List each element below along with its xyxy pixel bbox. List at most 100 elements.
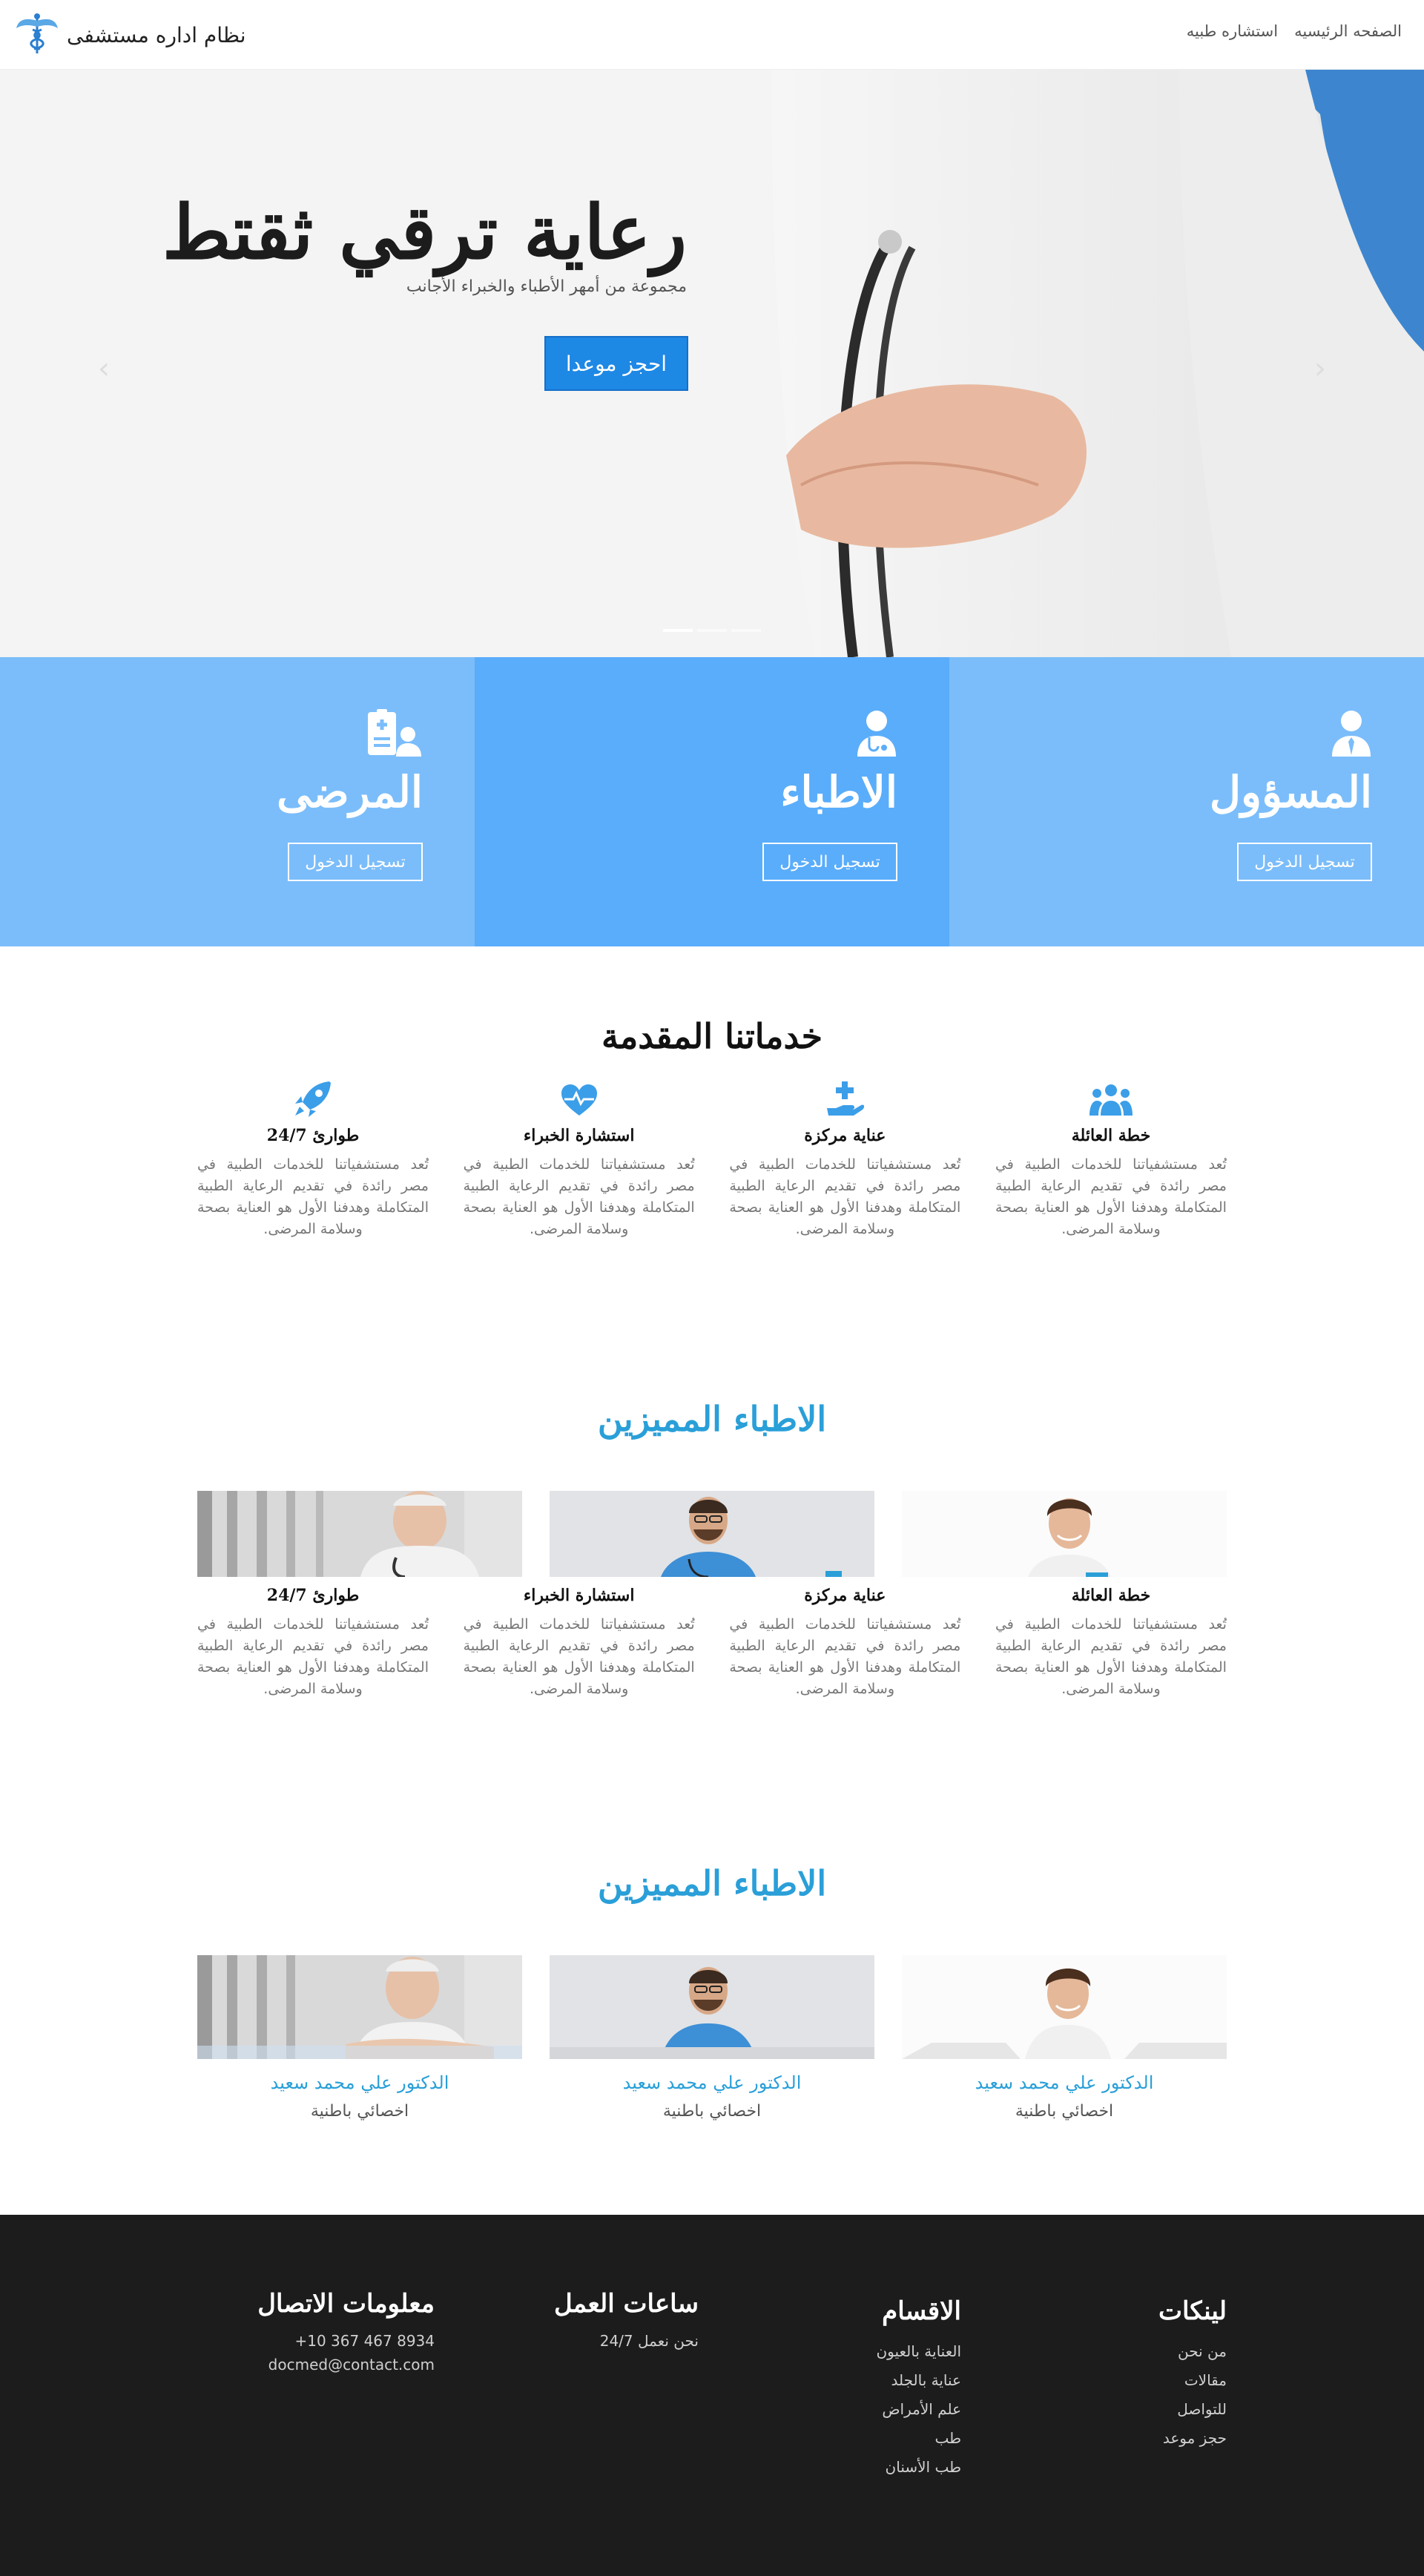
footer-dept-link[interactable]: عناية بالجلد (876, 2371, 962, 2389)
footer-email[interactable]: docmed@contact.com (257, 2356, 435, 2374)
hand-care-icon (729, 1077, 960, 1117)
book-appointment-button[interactable]: احجز موعدا (544, 336, 688, 391)
services-grid: طوارئ 24/7 تُعد مستشفياتنا للخدمات الطبي… (197, 1077, 1227, 1240)
footer-phone[interactable]: +10 367 467 8934 (257, 2332, 435, 2350)
doctor-photo-young (902, 1491, 1227, 1577)
doctor-photo (197, 1955, 522, 2059)
doctor-card[interactable]: الدكتور علي محمد سعيد اخصائي باطنية (550, 1955, 874, 2121)
service-text: تُعد مستشفياتنا للخدمات الطبية في مصر را… (197, 1156, 429, 1237)
page: { "nav": { "brand": "نظام اداره مستشفى",… (0, 0, 1424, 2576)
login-panels: المرضى تسجيل الدخول الاطباء تسجيل الدخول… (0, 657, 1424, 946)
featured-card: خطة العائلة تُعد مستشفياتنا للخدمات الطب… (995, 1586, 1227, 1700)
featured-card: طوارئ 24/7 تُعد مستشفياتنا للخدمات الطبي… (197, 1586, 429, 1700)
footer-hours-title: ساعات العمل (554, 2289, 699, 2319)
brand-title: نظام اداره مستشفى (67, 22, 246, 47)
patients-login-button[interactable]: تسجيل الدخول (288, 843, 423, 881)
service-text: تُعد مستشفياتنا للخدمات الطبية في مصر را… (729, 1156, 961, 1237)
nav-link-home[interactable]: الصفحه الرئيسيه (1294, 22, 1402, 40)
footer-contact: معلومات الاتصال +10 367 467 8934 docmed@… (257, 2289, 435, 2374)
featured-grid: طوارئ 24/7 تُعد مستشفياتنا للخدمات الطبي… (197, 1586, 1227, 1700)
rocket-icon (197, 1077, 429, 1117)
hero-title: رعاية ترقي ثقتط (162, 188, 687, 276)
carousel-indicator[interactable] (663, 629, 693, 632)
doctor-name[interactable]: الدكتور علي محمد سعيد (902, 2072, 1227, 2093)
footer-departments-title: الاقسام (882, 2296, 961, 2326)
carousel-indicator[interactable] (731, 629, 761, 632)
doctor-specialty: اخصائي باطنية (310, 2102, 409, 2121)
featured-card-title: عناية مركزة (804, 1586, 886, 1605)
footer-dept-link[interactable]: علم الأمراض (876, 2400, 961, 2418)
hero-subtitle: مجموعة من أمهر الأطباء والخبراء الأجانب (406, 277, 687, 296)
services-title: خدماتنا المقدمة (601, 1016, 823, 1056)
doctor-photo-bearded (550, 1491, 874, 1577)
service-title: خطة العائلة (1071, 1126, 1151, 1145)
footer-dept-link[interactable]: طب (876, 2429, 961, 2447)
doctor-card[interactable]: الدكتور علي محمد سعيد اخصائي باطنية (197, 1955, 522, 2121)
footer-hours-text: نحن نعمل 24/7 (599, 2332, 699, 2350)
footer-contact-title: معلومات الاتصال (257, 2289, 435, 2319)
admin-panel: المسؤول تسجيل الدخول (949, 657, 1424, 946)
footer: معلومات الاتصال +10 367 467 8934 docmed@… (0, 2215, 1424, 2576)
patient-icon (366, 709, 423, 761)
footer-dept-link[interactable]: العناية بالعيون (876, 2342, 961, 2360)
service-card: خطة العائلة تُعد مستشفياتنا للخدمات الطب… (995, 1077, 1227, 1240)
doctor-photo (902, 1955, 1227, 2059)
nav-link-consultation[interactable]: استشاره طبيه (1187, 22, 1278, 40)
footer-link[interactable]: من نحن (1158, 2342, 1227, 2360)
doctors-row: الدكتور علي محمد سعيد اخصائي باطنية الدك… (197, 1955, 1227, 2148)
footer-hours: ساعات العمل نحن نعمل 24/7 (554, 2289, 699, 2350)
doctors-login-button[interactable]: تسجيل الدخول (762, 843, 897, 881)
footer-dept-link[interactable]: طب الأسنان (876, 2458, 961, 2476)
doctor-name[interactable]: الدكتور علي محمد سعيد (550, 2072, 874, 2093)
featured-doctors-title-2: الاطباء المميزين (597, 1863, 827, 1903)
family-icon (995, 1077, 1227, 1117)
hero-doctor-image (0, 70, 1424, 657)
service-card: عناية مركزة تُعد مستشفياتنا للخدمات الطب… (729, 1077, 960, 1240)
admin-icon (1331, 709, 1372, 761)
featured-card: عناية مركزة تُعد مستشفياتنا للخدمات الطب… (729, 1586, 960, 1700)
doctor-card[interactable]: الدكتور علي محمد سعيد اخصائي باطنية (902, 1955, 1227, 2121)
patients-panel-title: المرضى (277, 767, 423, 817)
service-title: طوارئ 24/7 (266, 1126, 360, 1145)
featured-card: استشارة الخبراء تُعد مستشفياتنا للخدمات … (464, 1586, 695, 1700)
featured-card-text: تُعد مستشفياتنا للخدمات الطبية في مصر را… (463, 1616, 695, 1697)
featured-card-text: تُعد مستشفياتنا للخدمات الطبية في مصر را… (197, 1616, 429, 1697)
top-navbar: نظام اداره مستشفى استشاره طبيه الصفحه ال… (0, 0, 1424, 70)
service-title: استشارة الخبراء (523, 1126, 635, 1145)
patients-panel: المرضى تسجيل الدخول (0, 657, 475, 946)
brand[interactable]: نظام اداره مستشفى (15, 13, 246, 56)
footer-link[interactable]: مقالات (1158, 2371, 1227, 2389)
carousel-indicators (663, 629, 761, 632)
doctor-photo (550, 1955, 874, 2059)
service-text: تُعد مستشفياتنا للخدمات الطبية في مصر را… (995, 1156, 1227, 1237)
doctor-name[interactable]: الدكتور علي محمد سعيد (197, 2072, 522, 2093)
footer-departments: الاقسام العناية بالعيون عناية بالجلد علم… (876, 2296, 961, 2476)
doctor-specialty: اخصائي باطنية (662, 2102, 762, 2121)
featured-card-text: تُعد مستشفياتنا للخدمات الطبية في مصر را… (995, 1616, 1227, 1697)
caduceus-icon (15, 12, 59, 58)
heartbeat-icon (464, 1077, 695, 1117)
service-text: تُعد مستشفياتنا للخدمات الطبية في مصر را… (463, 1156, 695, 1237)
featured-doctors-title: الاطباء المميزين (597, 1399, 827, 1439)
carousel-indicator[interactable] (697, 629, 727, 632)
footer-links: لينكات من نحن مقالات للتواصل حجز موعد (1158, 2296, 1227, 2447)
doctors-panel: الاطباء تسجيل الدخول (475, 657, 949, 946)
footer-links-title: لينكات (1158, 2296, 1227, 2326)
service-card: استشارة الخبراء تُعد مستشفياتنا للخدمات … (464, 1077, 695, 1240)
doctor-icon (856, 709, 897, 761)
service-title: عناية مركزة (804, 1126, 886, 1145)
featured-card-title: استشارة الخبراء (523, 1586, 635, 1605)
doctor-photo-elderly (197, 1491, 522, 1577)
service-card: طوارئ 24/7 تُعد مستشفياتنا للخدمات الطبي… (197, 1077, 429, 1240)
carousel-next-icon[interactable]: › (1314, 352, 1326, 386)
footer-link[interactable]: حجز موعد (1158, 2429, 1227, 2447)
carousel-prev-icon[interactable]: ‹ (98, 352, 110, 386)
doctor-specialty: اخصائي باطنية (1015, 2102, 1114, 2121)
featured-doctor-photos (197, 1491, 1227, 1577)
footer-link[interactable]: للتواصل (1158, 2400, 1227, 2418)
nav-links: استشاره طبيه الصفحه الرئيسيه (1187, 22, 1402, 40)
featured-card-title: طوارئ 24/7 (266, 1586, 360, 1605)
doctors-panel-title: الاطباء (780, 767, 897, 817)
admin-login-button[interactable]: تسجيل الدخول (1237, 843, 1372, 881)
admin-panel-title: المسؤول (1209, 767, 1372, 817)
